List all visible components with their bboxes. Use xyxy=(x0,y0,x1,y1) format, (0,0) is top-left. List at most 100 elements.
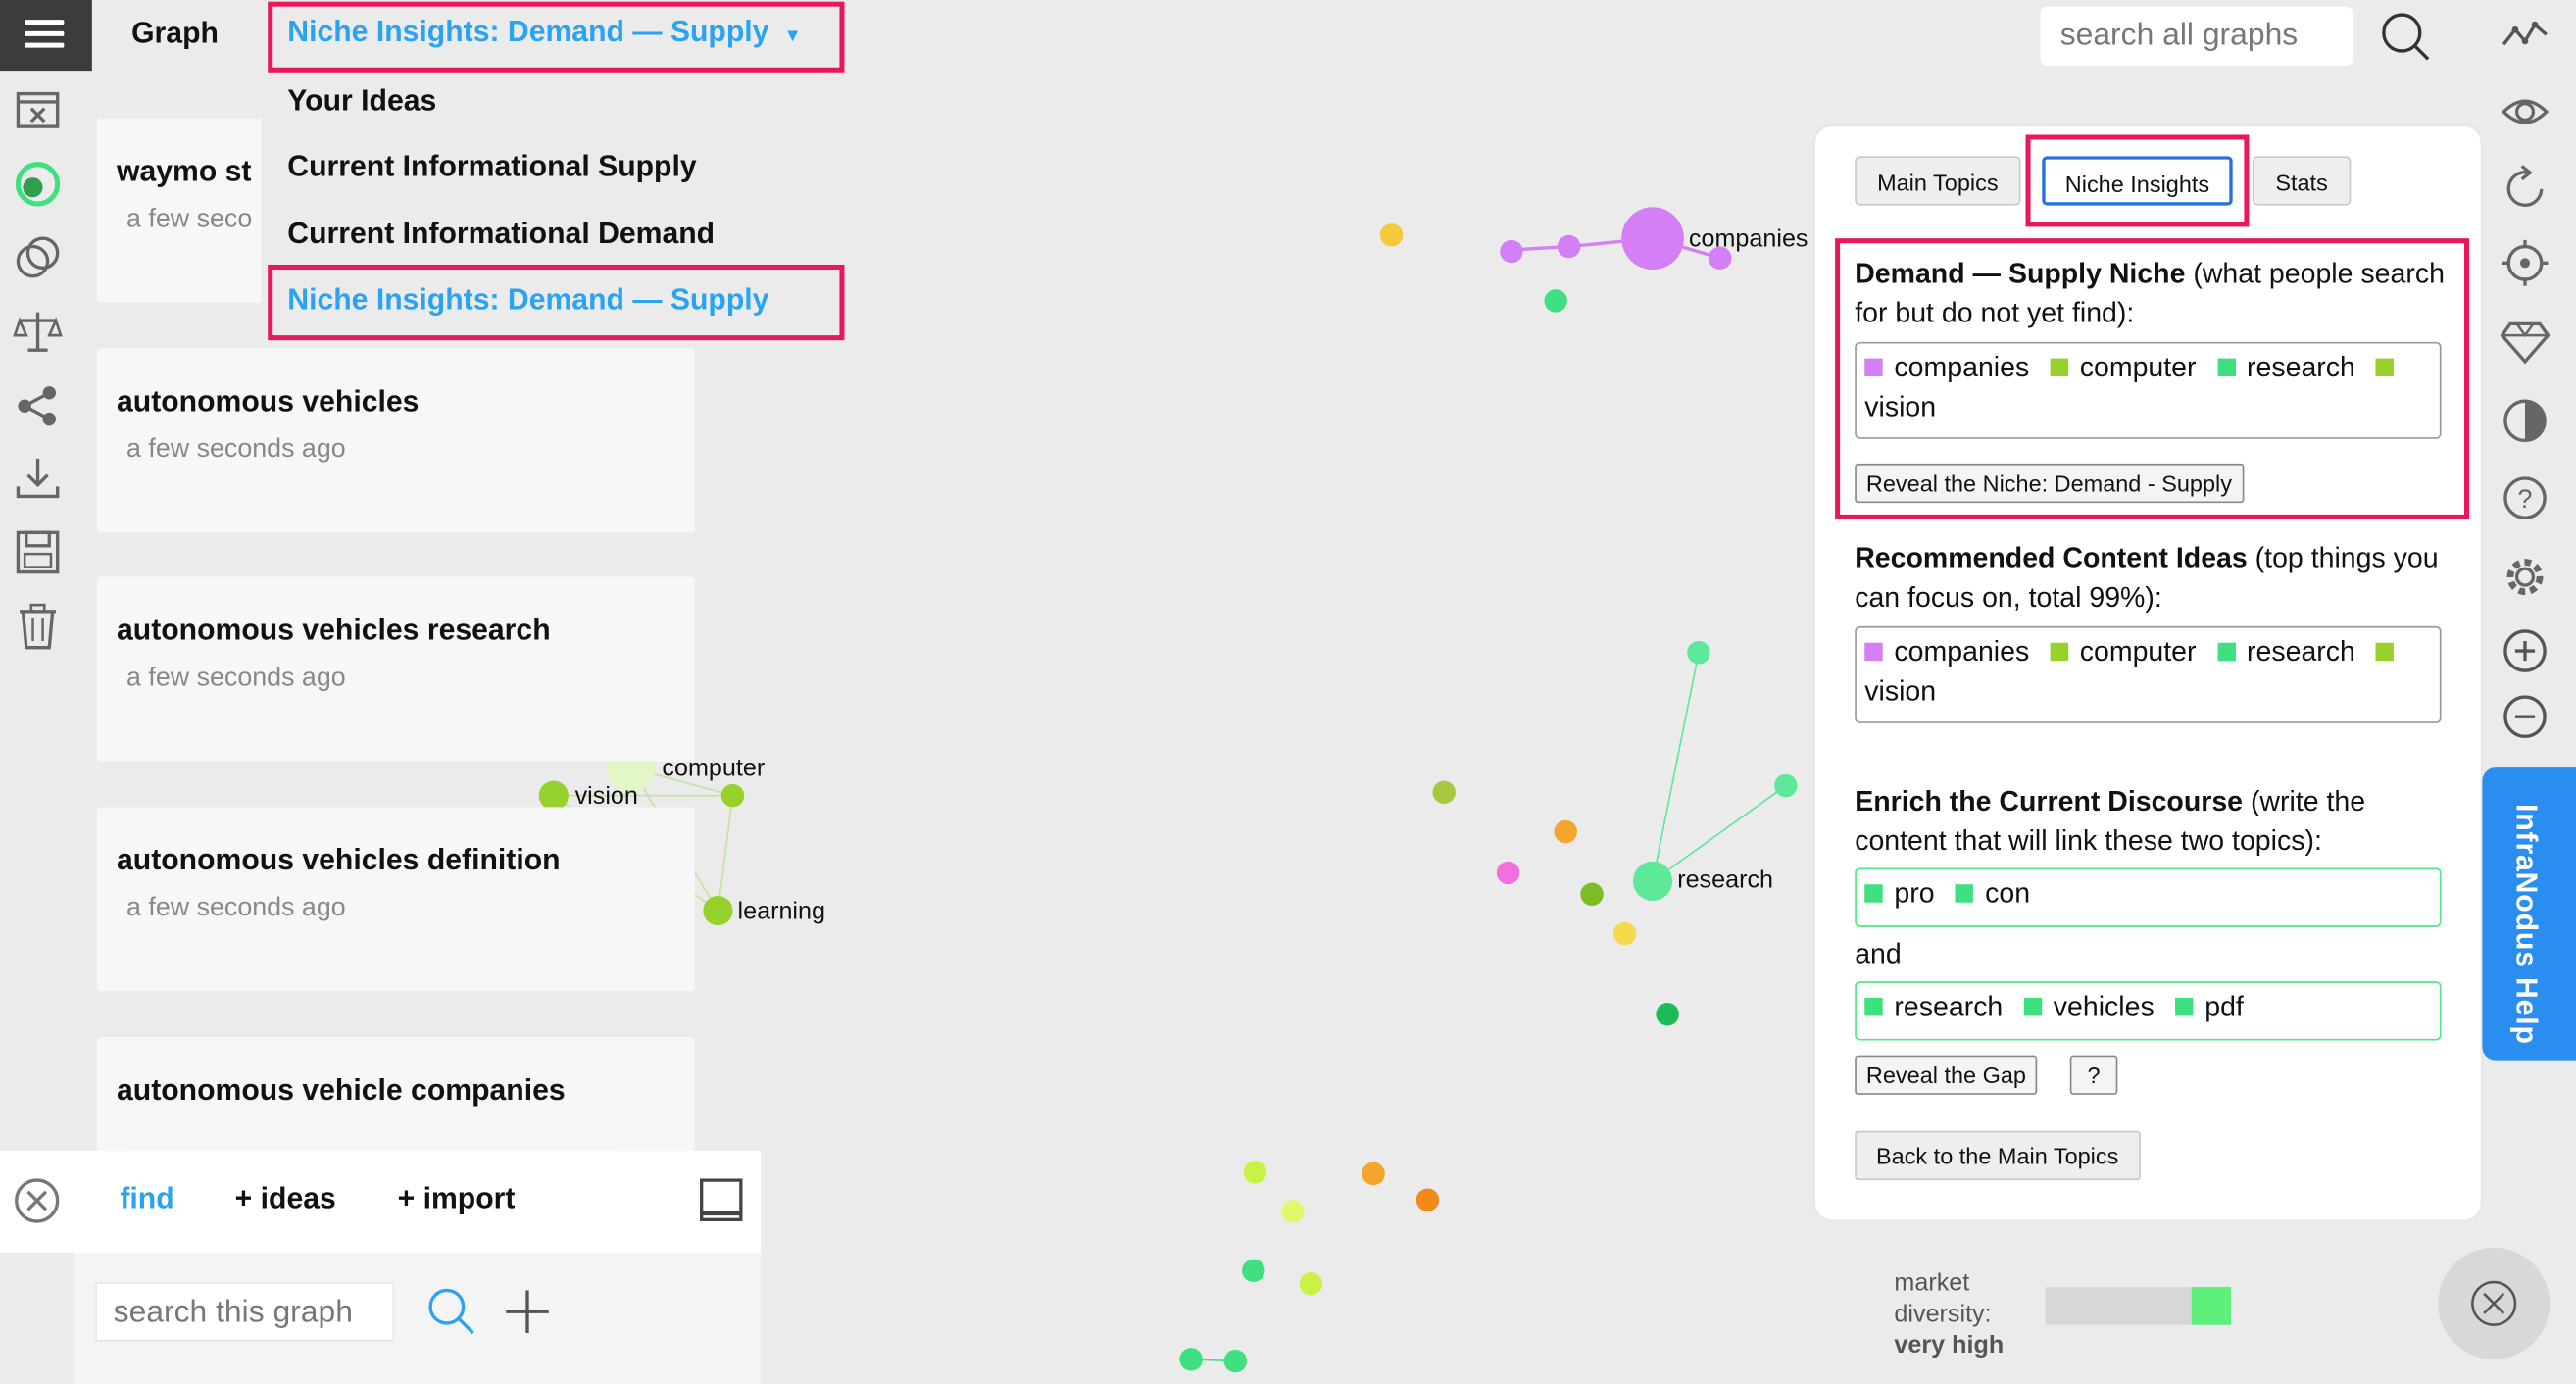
topics-icon[interactable] xyxy=(13,160,62,209)
view-menu-item-demand[interactable]: Current Informational Demand xyxy=(287,217,715,251)
highlight-niche-section xyxy=(1835,238,2470,519)
hamburger-menu-button[interactable] xyxy=(0,0,92,72)
and-label: and xyxy=(1855,938,1902,970)
save-icon[interactable] xyxy=(13,527,62,576)
graph-node xyxy=(1656,1002,1679,1026)
diamond-icon[interactable] xyxy=(2500,316,2551,365)
target-icon[interactable] xyxy=(2501,238,2550,287)
gap-help-button[interactable]: ? xyxy=(2069,1055,2118,1095)
tag-item[interactable]: companies xyxy=(1864,636,2042,667)
graph-node-research xyxy=(1632,861,1673,901)
download-icon[interactable] xyxy=(13,454,62,503)
tag-item[interactable]: con xyxy=(1955,878,2044,909)
graph-node xyxy=(1774,773,1798,798)
graph-card[interactable]: autonomous vehicle companies xyxy=(96,1037,695,1151)
settings-icon[interactable] xyxy=(2501,552,2550,601)
infranodus-help-tab[interactable]: InfraNodus Help xyxy=(2482,767,2576,1061)
recommended-description: Recommended Content Ideas (top things yo… xyxy=(1855,539,2462,618)
diversity-label-2: diversity: xyxy=(1894,1300,1992,1329)
graph-node xyxy=(1243,1160,1267,1184)
color-square-icon xyxy=(2023,997,2043,1016)
tag-item[interactable]: research xyxy=(1864,991,2015,1022)
tag-item[interactable]: pdf xyxy=(2175,991,2256,1022)
node-label-learning[interactable]: learning xyxy=(738,898,825,926)
close-circle-icon[interactable] xyxy=(13,1177,61,1225)
color-square-icon xyxy=(1864,642,1883,662)
eye-icon[interactable] xyxy=(2501,87,2550,136)
contrast-icon[interactable] xyxy=(2501,396,2550,445)
color-square-icon xyxy=(2175,997,2194,1016)
color-square-icon xyxy=(1955,884,1974,903)
back-main-topics-button[interactable]: Back to the Main Topics xyxy=(1855,1130,2141,1181)
search-graph-input[interactable]: search this graph xyxy=(95,1282,395,1342)
diversity-bar-fill xyxy=(2191,1287,2232,1325)
add-icon[interactable] xyxy=(503,1287,552,1336)
view-menu-item-supply[interactable]: Current Informational Supply xyxy=(287,150,696,184)
enrich-heading: Enrich the Current Discourse xyxy=(1855,785,2244,817)
ideas-tab[interactable]: + ideas xyxy=(235,1182,336,1216)
color-square-icon xyxy=(1864,884,1883,903)
diversity-label-1: market xyxy=(1894,1268,1970,1298)
reveal-gap-button[interactable]: Reveal the Gap xyxy=(1855,1055,2038,1095)
share-icon[interactable] xyxy=(13,381,62,430)
import-tab[interactable]: + import xyxy=(398,1182,516,1216)
graph-node xyxy=(720,783,745,808)
tag-item[interactable]: research xyxy=(2216,636,2368,667)
graph-node xyxy=(1687,641,1710,665)
gap-topic-b: research vehicles pdf xyxy=(1855,981,2442,1041)
view-dropdown-label: Niche Insights: Demand — Supply xyxy=(287,15,769,48)
color-square-icon xyxy=(2376,642,2395,662)
tag-item[interactable]: pro xyxy=(1864,878,1948,909)
close-panel-button[interactable] xyxy=(2438,1247,2551,1359)
graph-label[interactable]: Graph xyxy=(131,17,219,51)
view-menu-item-ideas[interactable]: Your Ideas xyxy=(287,84,436,119)
graph-card-time: a few seconds ago xyxy=(126,664,346,693)
graph-node xyxy=(1432,780,1456,805)
tag-item[interactable]: computer xyxy=(2050,636,2209,667)
highlight-menu-niche xyxy=(268,264,845,341)
tab-main-topics[interactable]: Main Topics xyxy=(1855,156,2021,206)
graph-card[interactable]: autonomous vehicles research a few secon… xyxy=(96,576,695,762)
refresh-icon[interactable] xyxy=(2501,163,2550,212)
color-square-icon xyxy=(1864,997,1883,1016)
graph-card[interactable]: autonomous vehicles definition a few sec… xyxy=(96,807,695,992)
zoom-out-icon[interactable] xyxy=(2501,692,2550,741)
color-square-icon xyxy=(2050,642,2069,662)
close-graph-icon[interactable] xyxy=(13,85,62,134)
find-tab[interactable]: find xyxy=(120,1182,173,1216)
compare-icon[interactable] xyxy=(13,233,62,282)
node-label-companies[interactable]: companies xyxy=(1689,225,1808,254)
tab-stats[interactable]: Stats xyxy=(2252,156,2352,206)
search-icon[interactable] xyxy=(2377,8,2433,64)
node-label-research[interactable]: research xyxy=(1677,866,1773,895)
graph-edges-research xyxy=(1652,652,1787,882)
tag-item[interactable]: vehicles xyxy=(2023,991,2168,1022)
diversity-bar xyxy=(2045,1287,2232,1325)
graph-node xyxy=(1612,921,1637,946)
graph-card[interactable]: waymo st a few seco xyxy=(96,118,278,303)
search-all-graphs-input[interactable]: search all graphs xyxy=(2040,6,2353,67)
graph-node xyxy=(1362,1162,1385,1186)
graph-node xyxy=(1554,819,1577,844)
help-icon[interactable]: ? xyxy=(2501,473,2550,522)
trash-icon[interactable] xyxy=(13,602,62,651)
help-tab-label: InfraNodus Help xyxy=(2509,804,2544,1045)
color-square-icon xyxy=(2216,642,2236,662)
search-icon[interactable] xyxy=(425,1285,478,1338)
zoom-in-icon[interactable] xyxy=(2501,626,2550,675)
graph-card-time: a few seco xyxy=(126,205,253,234)
graph-stats-icon[interactable] xyxy=(2501,12,2550,61)
graph-card[interactable]: autonomous vehicles a few seconds ago xyxy=(96,348,695,533)
market-diversity: market diversity: very high xyxy=(1894,1267,2004,1361)
view-dropdown[interactable]: Niche Insights: Demand — Supply ▼ xyxy=(287,15,802,49)
graph-node xyxy=(1299,1271,1323,1296)
graph-card-title: autonomous vehicles definition xyxy=(116,843,561,876)
graph-node-learning xyxy=(703,895,733,926)
highlight-niche-tab xyxy=(2025,134,2250,227)
graph-card-title: autonomous vehicles xyxy=(116,384,420,418)
expand-panel-icon[interactable] xyxy=(699,1178,743,1222)
balance-icon[interactable] xyxy=(13,308,63,357)
graph-node xyxy=(1223,1349,1248,1373)
caret-down-icon: ▼ xyxy=(783,25,802,46)
recommended-heading: Recommended Content Ideas xyxy=(1855,542,2248,574)
